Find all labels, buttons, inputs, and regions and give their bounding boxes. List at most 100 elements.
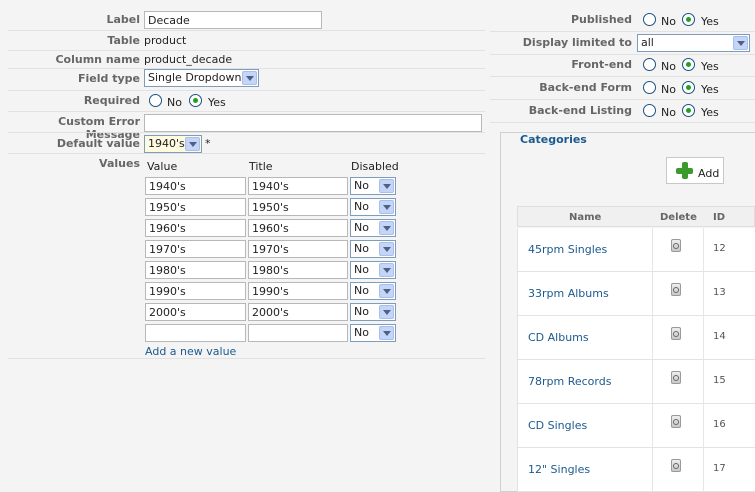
row-divider <box>8 30 485 31</box>
title-input[interactable] <box>248 303 348 321</box>
value-input[interactable] <box>145 282 246 300</box>
published-caption: Published <box>570 13 632 26</box>
value-input[interactable] <box>145 261 246 279</box>
value-input[interactable] <box>145 324 246 342</box>
column-divider <box>652 228 653 272</box>
row-divider <box>490 122 755 123</box>
column-name-caption: Column name <box>55 53 140 66</box>
header-name[interactable]: Name <box>569 212 601 223</box>
published-yes-radio[interactable] <box>682 13 695 26</box>
category-id: 14 <box>713 331 726 342</box>
trash-icon[interactable] <box>671 239 681 252</box>
display-limited-caption: Display limited to <box>522 36 632 49</box>
chevron-down-icon <box>379 326 394 340</box>
disabled-select[interactable]: No <box>350 219 396 237</box>
disabled-select[interactable]: No <box>350 282 396 300</box>
disabled-select[interactable]: No <box>350 240 396 258</box>
category-name-link[interactable]: CD Singles <box>528 419 587 432</box>
front-end-no-label: No <box>661 60 676 73</box>
title-input[interactable] <box>248 324 348 342</box>
front-end-yes-radio[interactable] <box>682 58 695 71</box>
chevron-down-icon <box>733 36 748 50</box>
disabled-select[interactable]: No <box>350 177 396 195</box>
disabled-select[interactable]: No <box>350 198 396 216</box>
back-end-form-no-label: No <box>661 83 676 96</box>
default-value-value: 1940's <box>148 137 185 150</box>
value-input[interactable] <box>145 219 246 237</box>
value-input[interactable] <box>145 198 246 216</box>
back-end-listing-no-radio[interactable] <box>643 104 656 117</box>
trash-icon[interactable] <box>671 459 681 472</box>
disabled-select[interactable]: No <box>350 324 396 342</box>
header-id[interactable]: ID <box>713 212 725 223</box>
category-name-link[interactable]: 12" Singles <box>528 463 590 476</box>
back-end-listing-yes-label: Yes <box>701 106 719 119</box>
column-divider <box>703 228 704 272</box>
title-input[interactable] <box>248 177 348 195</box>
category-id: 16 <box>713 419 726 430</box>
categories-legend: Categories <box>517 133 590 146</box>
label-caption: Label <box>106 13 140 26</box>
value-input[interactable] <box>145 303 246 321</box>
trash-icon[interactable] <box>671 327 681 340</box>
required-yes-radio[interactable] <box>189 94 202 107</box>
category-id: 13 <box>713 287 726 298</box>
column-divider <box>652 272 653 316</box>
column-name-value: product_decade <box>144 53 233 66</box>
back-end-listing-yes-radio[interactable] <box>682 104 695 117</box>
table-value: product <box>144 34 187 47</box>
row-divider <box>490 76 755 77</box>
values-col-disabled-header: Disabled <box>351 160 399 173</box>
back-end-form-yes-radio[interactable] <box>682 81 695 94</box>
chevron-down-icon <box>379 263 394 277</box>
category-row: 78rpm Records 15 <box>517 360 755 404</box>
category-name-link[interactable]: 78rpm Records <box>528 375 611 388</box>
back-end-form-no-radio[interactable] <box>643 81 656 94</box>
disabled-value: No <box>354 305 369 318</box>
row-divider <box>490 99 755 100</box>
disabled-select[interactable]: No <box>350 303 396 321</box>
display-limited-value: all <box>641 36 654 49</box>
title-input[interactable] <box>248 261 348 279</box>
category-name-link[interactable]: 33rpm Albums <box>528 287 609 300</box>
row-divider <box>8 358 485 359</box>
default-value-select[interactable]: 1940's <box>144 135 202 153</box>
row-divider <box>8 90 485 91</box>
trash-icon[interactable] <box>671 415 681 428</box>
trash-icon[interactable] <box>671 283 681 296</box>
field-type-select[interactable]: Single Dropdown <box>144 69 259 87</box>
trash-icon[interactable] <box>671 371 681 384</box>
label-input[interactable] <box>144 11 322 29</box>
value-input[interactable] <box>145 177 246 195</box>
front-end-no-radio[interactable] <box>643 58 656 71</box>
title-input[interactable] <box>248 219 348 237</box>
disabled-select[interactable]: No <box>350 261 396 279</box>
category-row: CD Albums 14 <box>517 316 755 360</box>
chevron-down-icon <box>379 221 394 235</box>
category-name-link[interactable]: CD Albums <box>528 331 589 344</box>
chevron-down-icon <box>242 71 257 85</box>
add-value-link[interactable]: Add a new value <box>145 345 236 358</box>
title-input[interactable] <box>248 282 348 300</box>
category-name-link[interactable]: 45rpm Singles <box>528 243 607 256</box>
value-input[interactable] <box>145 240 246 258</box>
disabled-value: No <box>354 242 369 255</box>
title-input[interactable] <box>248 240 348 258</box>
category-row: 12" Singles 17 <box>517 448 755 492</box>
row-divider <box>490 54 755 55</box>
required-no-radio[interactable] <box>149 94 162 107</box>
title-input[interactable] <box>248 198 348 216</box>
back-end-listing-no-label: No <box>661 106 676 119</box>
display-limited-select[interactable]: all <box>637 34 750 52</box>
custom-error-input[interactable] <box>144 114 482 132</box>
default-value-caption: Default value <box>56 137 140 150</box>
add-category-button[interactable]: Add <box>666 157 724 184</box>
column-divider <box>703 404 704 448</box>
field-type-caption: Field type <box>78 72 140 85</box>
add-category-label: Add <box>698 167 720 180</box>
published-no-radio[interactable] <box>643 13 656 26</box>
row-divider <box>8 50 485 51</box>
back-end-form-caption: Back-end Form <box>539 81 632 94</box>
chevron-down-icon <box>379 284 394 298</box>
disabled-value: No <box>354 200 369 213</box>
